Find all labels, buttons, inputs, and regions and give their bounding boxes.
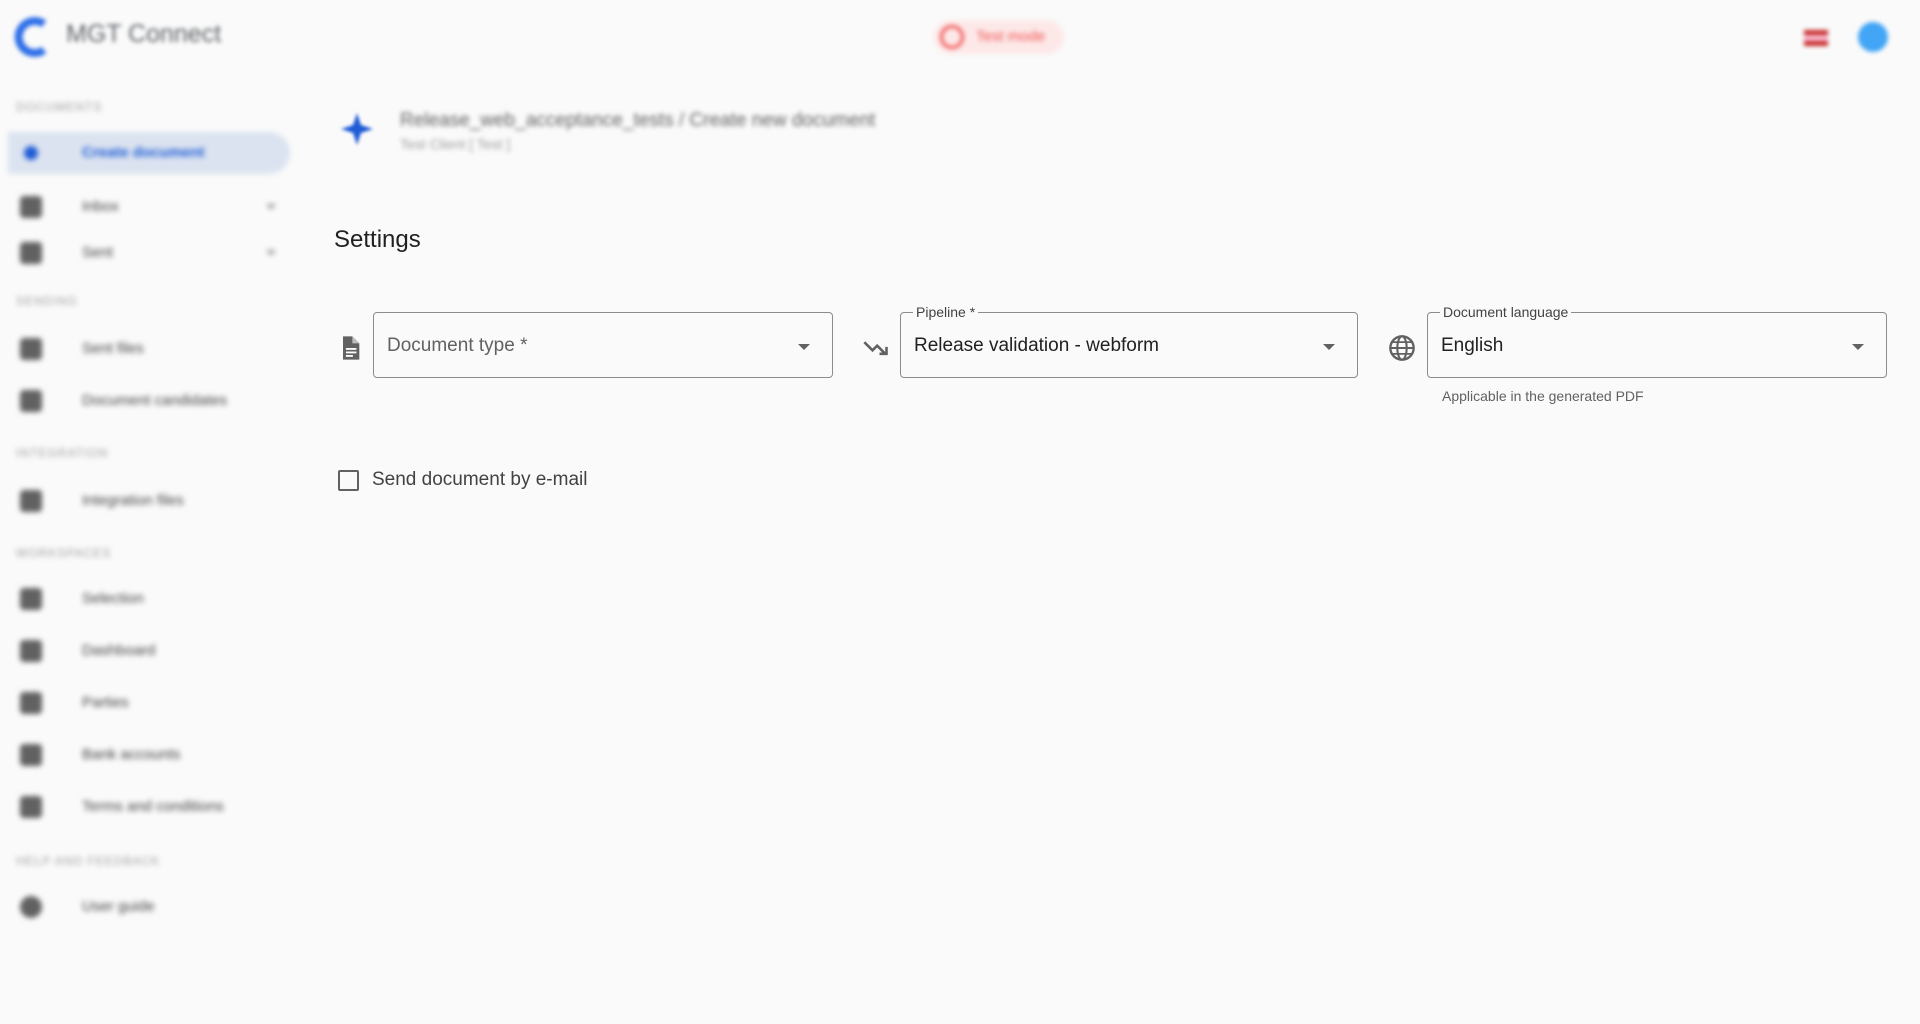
language-flag-icon[interactable] bbox=[1804, 30, 1828, 46]
sidebar-item-label: Sent files bbox=[82, 340, 144, 357]
sidebar-section-documents: DOCUMENTS bbox=[16, 100, 103, 114]
chevron-down-icon[interactable] bbox=[266, 250, 276, 256]
top-bar: MGT Connect Test mode bbox=[0, 0, 1920, 74]
app-title: MGT Connect bbox=[66, 20, 222, 48]
page-title: Settings bbox=[334, 226, 421, 253]
sidebar-item-label: Parties bbox=[82, 694, 129, 711]
document-icon bbox=[343, 336, 360, 360]
pipeline-label: Pipeline * bbox=[913, 304, 979, 320]
sidebar-section-workspaces: WORKSPACES bbox=[16, 546, 112, 560]
document-language-value: English bbox=[1441, 335, 1504, 356]
documents-icon bbox=[20, 390, 42, 412]
app-logo-icon[interactable] bbox=[14, 16, 56, 58]
sidebar-item-selection[interactable]: Selection bbox=[8, 578, 290, 620]
bank-icon bbox=[20, 744, 42, 766]
sidebar-item-integration-files[interactable]: Integration files bbox=[8, 480, 290, 522]
globe-icon bbox=[1389, 335, 1415, 361]
document-language-helper-text: Applicable in the generated PDF bbox=[1442, 388, 1644, 404]
sidebar-item-label: Integration files bbox=[82, 492, 184, 509]
sidebar-section-sending: SENDING bbox=[16, 294, 78, 308]
selection-icon bbox=[20, 588, 42, 610]
chevron-down-icon[interactable] bbox=[266, 204, 276, 210]
test-mode-label: Test mode bbox=[976, 28, 1046, 45]
sidebar-item-label: Dashboard bbox=[82, 642, 156, 659]
send-icon bbox=[20, 242, 42, 264]
test-mode-badge: Test mode bbox=[934, 20, 1064, 54]
sidebar: DOCUMENTS Create document Inbox Sent SEN… bbox=[0, 74, 300, 1024]
sidebar-item-label: Document candidates bbox=[82, 392, 228, 409]
sidebar-item-label: Create document bbox=[82, 144, 205, 161]
sidebar-section-integration: INTEGRATION bbox=[16, 446, 109, 460]
help-icon bbox=[20, 896, 42, 918]
file-icon bbox=[20, 338, 42, 360]
alert-icon bbox=[940, 25, 964, 49]
sidebar-item-label: Bank accounts bbox=[82, 746, 181, 763]
sidebar-item-user-guide[interactable]: User guide bbox=[8, 886, 290, 928]
avatar[interactable] bbox=[1858, 22, 1888, 52]
integration-icon bbox=[20, 490, 42, 512]
plus-icon bbox=[24, 146, 38, 160]
sidebar-item-sent-files[interactable]: Sent files bbox=[8, 328, 290, 370]
document-language-select[interactable]: Document language English bbox=[1427, 304, 1887, 378]
sidebar-item-label: Terms and conditions bbox=[82, 798, 224, 815]
send-email-checkbox[interactable] bbox=[338, 470, 359, 491]
sidebar-item-label: Sent bbox=[82, 244, 113, 261]
inbox-icon bbox=[20, 196, 42, 218]
parties-icon bbox=[20, 692, 42, 714]
sidebar-item-terms-and-conditions[interactable]: Terms and conditions bbox=[8, 786, 290, 828]
sidebar-item-sent[interactable]: Sent bbox=[8, 232, 290, 274]
sidebar-item-inbox[interactable]: Inbox bbox=[8, 186, 290, 228]
sidebar-item-parties[interactable]: Parties bbox=[8, 682, 290, 724]
document-type-placeholder: Document type * bbox=[387, 335, 528, 356]
dropdown-arrow-icon bbox=[1852, 344, 1864, 350]
sidebar-item-label: User guide bbox=[82, 898, 155, 915]
sidebar-item-label: Inbox bbox=[82, 198, 119, 215]
terms-icon bbox=[20, 796, 42, 818]
sidebar-item-create-document[interactable]: Create document bbox=[8, 132, 290, 174]
dropdown-arrow-icon bbox=[798, 344, 810, 350]
trending-down-icon bbox=[863, 341, 888, 356]
dropdown-arrow-icon bbox=[1323, 344, 1335, 350]
sparkle-icon bbox=[341, 113, 373, 145]
send-email-label[interactable]: Send document by e-mail bbox=[372, 469, 587, 491]
pipeline-value: Release validation - webform bbox=[914, 335, 1160, 356]
document-language-label: Document language bbox=[1440, 304, 1572, 320]
sidebar-section-help-and-feedback: HELP AND FEEDBACK bbox=[16, 854, 161, 868]
breadcrumb-subtitle: Test Client [ Test ] bbox=[400, 136, 511, 152]
dashboard-icon bbox=[20, 640, 42, 662]
sidebar-item-label: Selection bbox=[82, 590, 144, 607]
sidebar-item-document-candidates[interactable]: Document candidates bbox=[8, 380, 290, 422]
document-type-select[interactable]: Document type * bbox=[373, 312, 833, 378]
sidebar-item-dashboard[interactable]: Dashboard bbox=[8, 630, 290, 672]
pipeline-select[interactable]: Pipeline * Release validation - webform bbox=[900, 304, 1358, 378]
sidebar-item-bank-accounts[interactable]: Bank accounts bbox=[8, 734, 290, 776]
breadcrumb: Release_web_acceptance_tests / Create ne… bbox=[400, 110, 876, 131]
